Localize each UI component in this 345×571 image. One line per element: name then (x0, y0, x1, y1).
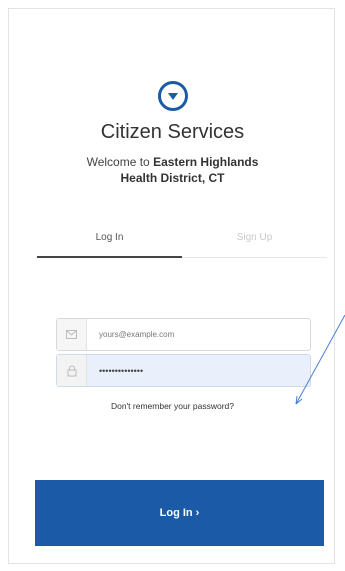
welcome-prefix: Welcome to (86, 155, 150, 169)
password-field[interactable]: •••••••••••••• (56, 354, 311, 387)
password-value: •••••••••••••• (99, 365, 144, 376)
auth-tabs: Log In Sign Up (37, 231, 327, 258)
log-in-button[interactable]: Log In › (35, 480, 324, 546)
lock-icon (57, 355, 87, 386)
forgot-password-link[interactable]: Don't remember your password? (9, 401, 336, 411)
app-title: Citizen Services (100, 121, 245, 143)
district-name-line2: Health District, CT (120, 171, 225, 185)
email-field[interactable]: yours@example.com (56, 318, 311, 351)
email-placeholder: yours@example.com (99, 330, 175, 339)
tab-sign-up[interactable]: Sign Up (182, 231, 327, 257)
logo-icon (158, 81, 188, 111)
welcome-text: Welcome to Eastern Highlands Health Dist… (9, 154, 336, 186)
envelope-icon (57, 319, 87, 350)
district-name-line1: Eastern Highlands (153, 155, 259, 169)
tab-log-in[interactable]: Log In (37, 231, 182, 258)
